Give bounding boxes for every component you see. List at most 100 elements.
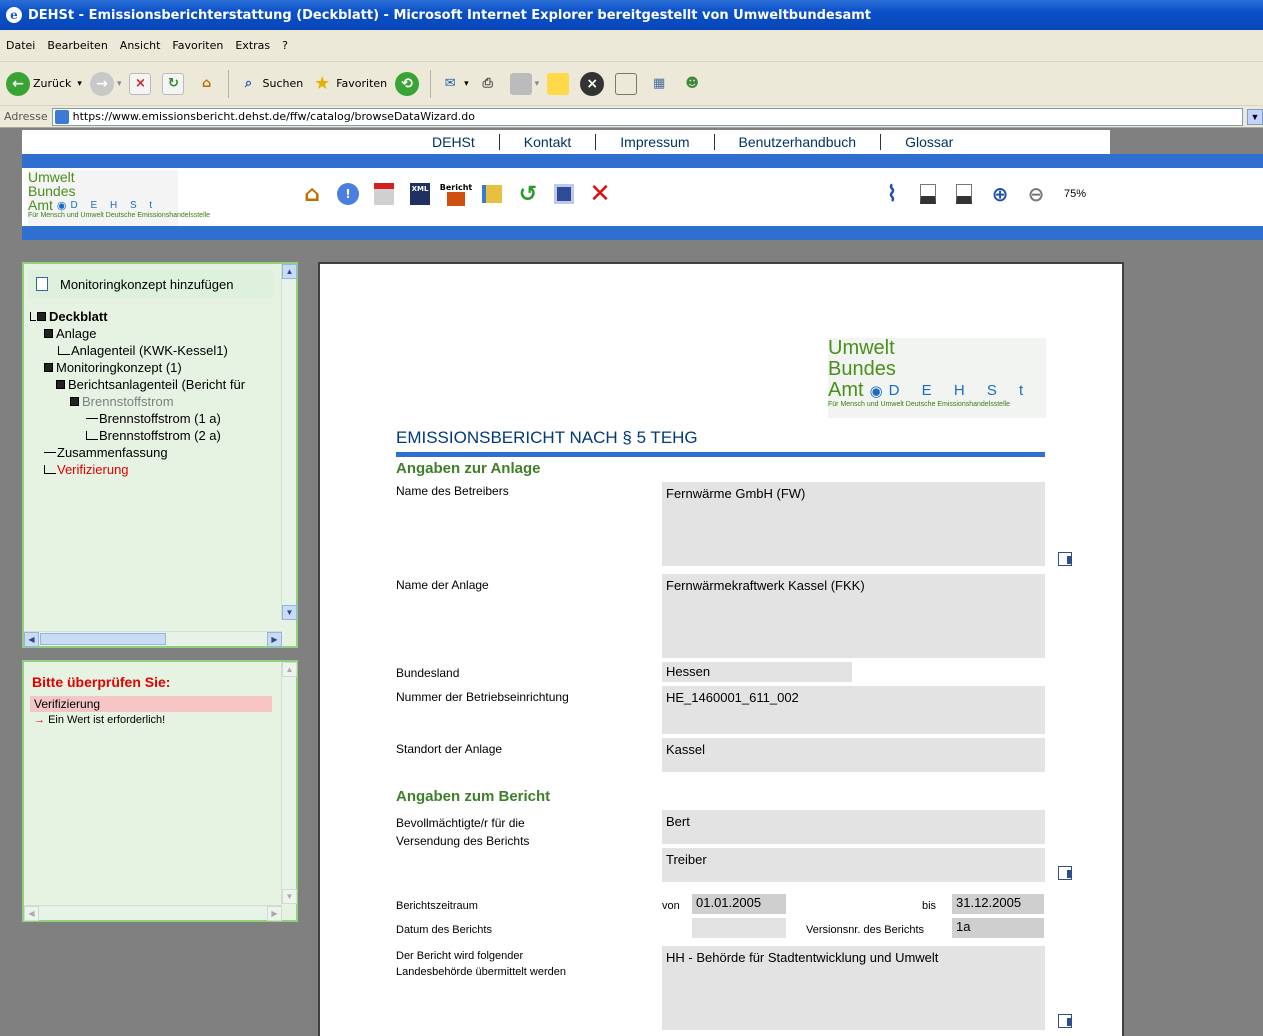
tree-item-anlagenteil[interactable]: Anlagenteil (KWK-Kessel1)	[30, 342, 245, 359]
tree-item-verifizierung[interactable]: Verifizierung	[30, 461, 245, 478]
home-button[interactable]: ⌂	[195, 73, 220, 95]
vorname-field[interactable]: Bert	[662, 810, 1045, 844]
back-button[interactable]: ← Zurück ▾	[6, 71, 82, 96]
tree-item-brennstoffstrom-2a[interactable]: Brennstoffstrom (2 a)	[30, 427, 245, 444]
bis-field[interactable]: 31.12.2005	[952, 894, 1044, 914]
block-icon: ×	[580, 71, 605, 96]
pdf-print-icon[interactable]	[372, 182, 396, 206]
document-logo: Umwelt Bundes Amt ◉ D E H S t Für Mensch…	[828, 338, 1046, 418]
media-button[interactable]: ▦	[648, 73, 673, 95]
address-dropdown-button[interactable]: ▼	[1247, 108, 1263, 125]
home-icon[interactable]: ⌂	[300, 182, 324, 207]
tree-item-deckblatt[interactable]: Deckblatt	[30, 308, 245, 325]
history-button[interactable]: ⟲	[395, 71, 422, 96]
bis-label: bis	[922, 900, 937, 912]
scroll-up-icon[interactable]: ▲	[282, 662, 297, 677]
betreiber-field[interactable]: Fernwärme GmbH (FW)	[662, 482, 1045, 566]
discuss-button[interactable]	[547, 72, 572, 95]
datum-field[interactable]	[692, 918, 786, 938]
menu-datei[interactable]: Datei	[6, 39, 35, 52]
tree-item-berichtsanlagenteil[interactable]: Berichtsanlagenteil (Bericht für	[30, 376, 245, 393]
tree-item-anlage[interactable]: Anlage	[30, 325, 245, 342]
tree-horizontal-scrollbar[interactable]: ◀ ▶	[24, 631, 282, 647]
edit-icon[interactable]	[1058, 866, 1072, 880]
add-monitoring-concept-link[interactable]: Monitoringkonzept hinzufügen	[28, 270, 274, 298]
bundesland-field[interactable]: Hessen	[662, 662, 852, 682]
nav-glossar[interactable]: Glossar	[880, 134, 977, 150]
document-toolbar: ⌂ ! XML Bericht ↺ ✕	[300, 179, 624, 209]
edit-button[interactable]: ▾	[509, 72, 539, 95]
page-1-icon[interactable]	[916, 182, 940, 206]
menu-favoriten[interactable]: Favoriten	[172, 39, 223, 52]
tree-item-brennstoffstrom-1a[interactable]: Brennstoffstrom (1 a)	[30, 410, 245, 427]
zoom-in-icon[interactable]: ⊕	[988, 182, 1012, 206]
nav-impressum[interactable]: Impressum	[595, 134, 713, 150]
messages-vertical-scrollbar[interactable]: ▲ ▼	[281, 662, 297, 904]
open-folder-icon[interactable]	[480, 182, 504, 206]
block-button[interactable]: ×	[580, 71, 607, 96]
messages-horizontal-scrollbar[interactable]: ◀ ▶	[24, 905, 282, 921]
tree-item-monitoringkonzept[interactable]: Monitoringkonzept (1)	[30, 359, 245, 376]
info-icon[interactable]: !	[336, 182, 360, 206]
scroll-left-icon[interactable]: ◀	[24, 906, 39, 921]
research-button[interactable]	[615, 72, 640, 95]
standort-field[interactable]: Kassel	[662, 738, 1045, 772]
collapse-icon	[37, 312, 46, 321]
print-button[interactable]: ⎙	[477, 73, 502, 95]
messenger-button[interactable]: ☻	[681, 73, 706, 95]
anlage-field[interactable]: Fernwärmekraftwerk Kassel (FKK)	[662, 574, 1045, 658]
close-icon[interactable]: ✕	[588, 179, 612, 209]
xml-export-icon[interactable]: XML	[408, 182, 432, 206]
refresh-button[interactable]: ↻	[162, 72, 187, 95]
search-button[interactable]: ⌕ Suchen	[237, 73, 303, 95]
scroll-right-icon[interactable]: ▶	[267, 906, 282, 921]
tree-vertical-scrollbar[interactable]: ▲ ▼	[281, 264, 297, 620]
printer-icon: ⎙	[482, 76, 493, 91]
tree-item-zusammenfassung[interactable]: Zusammenfassung	[30, 444, 245, 461]
header-bar-bottom	[22, 226, 1263, 240]
nav-kontakt[interactable]: Kontakt	[498, 134, 595, 150]
tree-item-brennstoffstrom[interactable]: Brennstoffstrom	[30, 393, 245, 410]
toolbar-separator	[228, 69, 230, 98]
save-disk-icon[interactable]	[552, 182, 576, 206]
zoom-level: 75%	[1064, 188, 1087, 200]
scroll-thumb[interactable]	[40, 633, 166, 645]
nummer-field[interactable]: HE_1460001_611_002	[662, 686, 1045, 734]
menu-help[interactable]: ?	[282, 39, 288, 52]
scroll-left-icon[interactable]: ◀	[24, 632, 39, 647]
stop-button[interactable]: ×	[129, 72, 154, 95]
scroll-up-icon[interactable]: ▲	[282, 264, 297, 279]
document-icon	[36, 277, 48, 291]
mail-button[interactable]: ✉ ▾	[439, 73, 469, 95]
edit-icon[interactable]	[1058, 1014, 1072, 1028]
edit-icon	[509, 72, 532, 95]
section-anlage: Angaben zur Anlage	[396, 460, 541, 477]
edit-icon[interactable]	[1058, 552, 1072, 566]
bericht-icon[interactable]: Bericht	[440, 182, 472, 206]
menu-ansicht[interactable]: Ansicht	[120, 39, 161, 52]
refresh-green-icon[interactable]: ↺	[516, 182, 540, 207]
scroll-down-icon[interactable]: ▼	[282, 889, 297, 904]
forward-button[interactable]: → ▾	[89, 71, 121, 96]
refresh-icon: ↻	[162, 72, 185, 95]
scroll-right-icon[interactable]: ▶	[267, 632, 282, 647]
menu-bearbeiten[interactable]: Bearbeiten	[47, 39, 107, 52]
von-field[interactable]: 01.01.2005	[692, 894, 786, 914]
scroll-down-icon[interactable]: ▼	[282, 605, 297, 620]
attachment-icon[interactable]: ⌇	[880, 182, 904, 207]
menu-extras[interactable]: Extras	[235, 39, 270, 52]
navigation-tree-panel: Monitoringkonzept hinzufügen Deckblatt A…	[22, 262, 298, 648]
address-input[interactable]: https://www.emissionsbericht.dehst.de/ff…	[51, 107, 1243, 126]
version-field[interactable]: 1a	[952, 918, 1044, 938]
nav-benutzerhandbuch[interactable]: Benutzerhandbuch	[713, 134, 881, 150]
collapse-icon	[44, 329, 53, 338]
validation-item[interactable]: Verifizierung	[30, 696, 272, 712]
behoerde-field[interactable]: HH - Behörde für Stadtentwicklung und Um…	[662, 946, 1045, 1030]
home-icon: ⌂	[201, 76, 212, 91]
nachname-field[interactable]: Treiber	[662, 848, 1045, 882]
nav-dehst[interactable]: DEHSt	[432, 134, 499, 150]
page-2-icon[interactable]	[952, 182, 976, 206]
favorites-button[interactable]: ★ Favoriten	[311, 73, 387, 95]
zoom-out-icon[interactable]: ⊖	[1024, 182, 1048, 206]
collapse-icon	[44, 363, 53, 372]
